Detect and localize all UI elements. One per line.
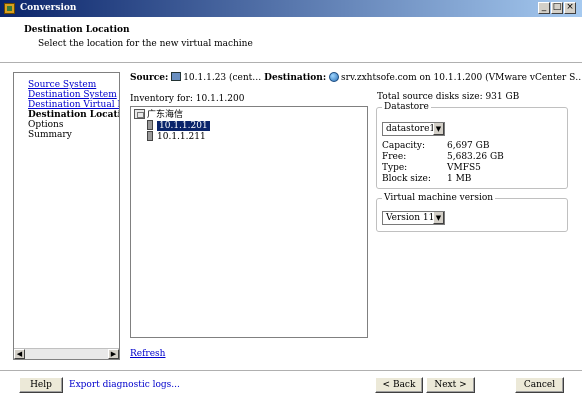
window-title: Conversion: [20, 3, 77, 13]
inventory-label: Inventory for: 10.1.1.200: [130, 94, 245, 104]
inventory-tree[interactable]: 广东海信 10.1.1.201 10.1.1.211: [130, 106, 368, 338]
step-destination-location: Destination Locati: [28, 110, 120, 120]
back-button[interactable]: < Back: [375, 377, 423, 393]
title-bar: Conversion _ □ ×: [0, 0, 582, 17]
total-source-disks-size: Total source disks size: 931 GB: [377, 92, 520, 102]
free-label: Free:: [382, 152, 407, 162]
source-destination-summary: Source: 10.1.1.23 (cent… Destination: sr…: [130, 72, 582, 83]
next-button[interactable]: Next >: [426, 377, 475, 393]
datastore-select[interactable]: datastore1 ▼: [382, 122, 445, 136]
type-value: VMFS5: [447, 163, 481, 173]
vm-version-selected-value: Version 11: [386, 213, 435, 223]
tree-host-node[interactable]: 10.1.1.201: [147, 120, 210, 131]
help-button[interactable]: Help: [19, 377, 63, 393]
page-title: Destination Location: [24, 25, 130, 35]
step-source-system[interactable]: Source System: [28, 80, 96, 90]
block-size-value: 1 MB: [447, 174, 472, 184]
datastore-group: Datastore datastore1 ▼ Capacity: 6,697 G…: [376, 102, 568, 189]
cancel-button[interactable]: Cancel: [515, 377, 564, 393]
host-icon: [147, 131, 153, 141]
vm-version-legend: Virtual machine version: [382, 193, 496, 203]
step-destination-system[interactable]: Destination System: [28, 90, 117, 100]
tree-datacenter-node[interactable]: 广东海信: [134, 109, 183, 120]
minimize-button[interactable]: _: [538, 2, 550, 14]
chevron-down-icon[interactable]: ▼: [433, 123, 444, 135]
step-summary: Summary: [28, 130, 72, 140]
wizard-steps-panel: Source System Destination System Destina…: [13, 72, 120, 360]
destination-value: srv.zxhtsofe.com on 10.1.1.200 (VMware v…: [341, 73, 582, 83]
footer-bar: Help Export diagnostic logs... < Back Ne…: [0, 370, 582, 411]
close-button[interactable]: ×: [564, 2, 576, 14]
vm-version-select[interactable]: Version 11 ▼: [382, 211, 445, 225]
type-label: Type:: [382, 163, 408, 173]
step-destination-virtual-machine[interactable]: Destination Virtual M: [28, 100, 119, 110]
tree-host-node[interactable]: 10.1.1.211: [147, 131, 206, 142]
source-label: Source:: [130, 73, 169, 83]
refresh-link[interactable]: Refresh: [130, 349, 165, 359]
scroll-right-icon[interactable]: ▶: [108, 349, 119, 359]
datastore-legend: Datastore: [382, 102, 431, 112]
page-header: Destination Location Select the location…: [0, 17, 582, 63]
step-options: Options: [28, 120, 64, 130]
computer-icon: [171, 72, 182, 81]
scroll-left-icon[interactable]: ◀: [14, 349, 25, 359]
capacity-label: Capacity:: [382, 141, 426, 151]
host-label: 10.1.1.201: [157, 121, 210, 131]
maximize-button[interactable]: □: [551, 2, 563, 14]
page-subtitle: Select the location for the new virtual …: [38, 39, 253, 49]
vcenter-globe-icon: [329, 72, 340, 82]
source-value: 10.1.1.23 (cent…: [183, 73, 262, 83]
vm-version-group: Virtual machine version Version 11 ▼: [376, 193, 568, 232]
converter-app-icon: [4, 3, 15, 14]
host-icon: [147, 120, 153, 130]
free-value: 5,683.26 GB: [447, 152, 504, 162]
capacity-value: 6,697 GB: [447, 141, 490, 151]
destination-label: Destination:: [264, 73, 327, 83]
host-label: 10.1.1.211: [157, 132, 206, 142]
steps-horizontal-scrollbar[interactable]: ◀ ▶: [14, 348, 119, 359]
chevron-down-icon[interactable]: ▼: [433, 212, 444, 224]
block-size-label: Block size:: [382, 174, 431, 184]
export-diagnostic-logs-link[interactable]: Export diagnostic logs...: [69, 380, 180, 390]
content-area: Source System Destination System Destina…: [0, 64, 582, 370]
datastore-selected-value: datastore1: [386, 124, 436, 134]
datacenter-label: 广东海信: [147, 110, 184, 120]
datacenter-icon: [134, 109, 145, 119]
